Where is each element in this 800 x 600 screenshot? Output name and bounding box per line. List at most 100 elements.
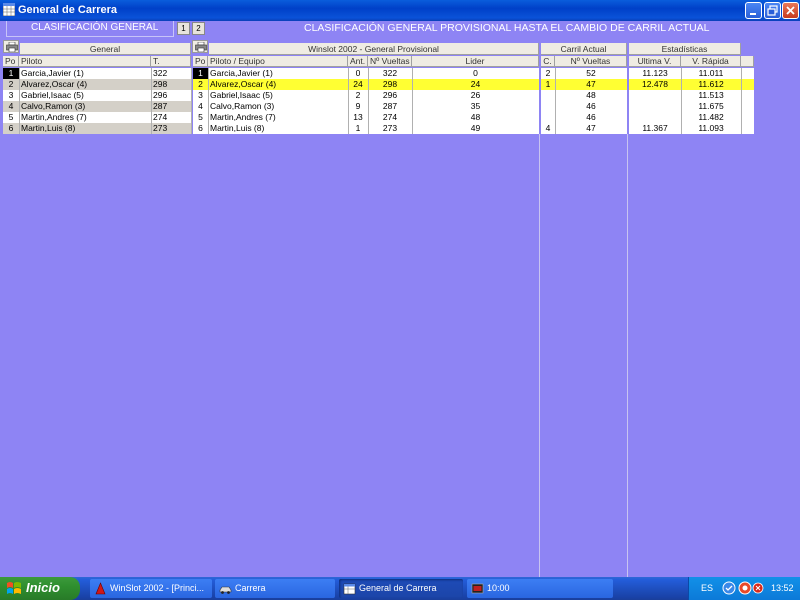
row-vueltas: 296 <box>382 90 398 100</box>
row-rapida: 11.612 <box>698 79 724 89</box>
restore-button[interactable] <box>764 2 781 19</box>
grid-line <box>741 68 742 134</box>
col-header-vueltas[interactable]: Nº Vueltas <box>368 56 412 67</box>
row-total: 296 <box>153 90 168 100</box>
task-general-de-carrera[interactable]: General de Carrera <box>339 579 463 598</box>
start-button[interactable]: Inicio <box>0 577 80 600</box>
col-header-ant[interactable]: Ant. <box>348 56 368 67</box>
clock[interactable]: 13:52 <box>771 583 794 593</box>
row-rapida: 11.513 <box>698 90 724 100</box>
row-ultima: 12.478 <box>642 79 668 89</box>
task-label: General de Carrera <box>359 583 437 593</box>
grid-line <box>412 68 413 134</box>
col-header-rapida[interactable]: V. Rápida <box>681 56 741 67</box>
row-total: 273 <box>153 123 168 133</box>
col-header-carril-vueltas[interactable]: Nº Vueltas <box>555 56 627 67</box>
row-piloto: Garcia,Javier (1) <box>21 68 84 78</box>
windows-flag-icon <box>7 582 21 594</box>
taskbar: Inicio WinSlot 2002 - [Princi... Carrera… <box>0 577 800 600</box>
row-rapida: 11.482 <box>698 112 724 122</box>
col-header-extra <box>741 56 754 67</box>
minimize-button[interactable] <box>745 2 762 19</box>
stats-group-header: Estadísticas <box>629 43 741 55</box>
row-carril-vueltas: 47 <box>586 79 596 89</box>
page-1-button[interactable]: 1 <box>177 22 190 35</box>
provisional-group-header: Winslot 2002 - General Provisional <box>209 43 539 55</box>
minimize-icon <box>750 13 756 15</box>
car-icon <box>219 586 232 594</box>
row-piloto: Alvarez,Oscar (4) <box>21 79 88 89</box>
language-indicator[interactable]: ES <box>701 583 713 593</box>
close-button[interactable] <box>782 2 799 19</box>
task-winslot[interactable]: WinSlot 2002 - [Princi... <box>90 579 212 598</box>
row-ant: 0 <box>355 68 361 78</box>
row-position: 2 <box>198 79 203 89</box>
general-header: CLASIFICACIÓN GENERAL <box>6 21 174 37</box>
winslot-app-icon <box>95 582 106 595</box>
row-position: 3 <box>198 90 203 100</box>
col-header-piloto[interactable]: Piloto <box>19 56 151 67</box>
row-ant: 24 <box>353 79 363 89</box>
grid-line <box>368 68 369 134</box>
task-label: 10:00 <box>487 583 510 593</box>
row-position: 5 <box>198 112 203 122</box>
page-2-button[interactable]: 2 <box>192 22 205 35</box>
row-position: 5 <box>8 112 14 122</box>
task-timer[interactable]: 10:00 <box>467 579 613 598</box>
row-carril <box>541 101 555 112</box>
row-lider: 35 <box>470 101 481 111</box>
row-piloto: Gabriel,Isaac (5) <box>210 90 273 100</box>
row-lider: 0 <box>473 68 478 78</box>
row-position: 2 <box>8 79 14 89</box>
row-ant: 9 <box>355 101 361 111</box>
general-group-header: General <box>20 43 191 55</box>
col-header-po[interactable]: Po <box>193 56 208 67</box>
row-ultima <box>629 112 681 123</box>
timer-icon <box>471 583 484 594</box>
col-header-lider[interactable]: Lider <box>412 56 539 67</box>
col-header-ultima[interactable]: Ultima V. <box>629 56 681 67</box>
row-carril-vueltas: 47 <box>586 123 596 133</box>
alert-icon[interactable] <box>752 581 764 595</box>
task-label: Carrera <box>235 583 266 593</box>
grid-line <box>191 68 192 134</box>
row-ultima <box>629 101 681 112</box>
row-piloto: Martin,Andres (7) <box>210 112 276 122</box>
row-ultima <box>629 90 681 101</box>
security-icon[interactable] <box>738 581 752 595</box>
grid-line <box>19 68 20 134</box>
row-ant: 13 <box>353 112 363 122</box>
col-header-po[interactable]: Po <box>3 56 19 67</box>
row-piloto: Alvarez,Oscar (4) <box>210 79 277 89</box>
general-title: CLASIFICACIÓN GENERAL <box>31 22 159 33</box>
window-title: General de Carrera <box>18 4 118 16</box>
row-piloto: Calvo,Ramon (3) <box>210 101 275 111</box>
col-header-c[interactable]: C. <box>541 56 555 67</box>
col-header-t[interactable]: T. <box>151 56 191 67</box>
col-header-piloto-equipo[interactable]: Piloto / Equipo <box>208 56 348 67</box>
grid-line <box>555 68 556 134</box>
network-icon[interactable] <box>722 581 736 595</box>
restore-icon <box>767 5 778 16</box>
title-bar[interactable]: General de Carrera <box>0 0 800 21</box>
print-general-button[interactable] <box>3 40 19 53</box>
row-rapida: 11.675 <box>698 101 724 111</box>
task-carrera[interactable]: Carrera <box>215 579 335 598</box>
row-position: 6 <box>198 123 203 133</box>
row-carril: 4 <box>545 123 551 133</box>
row-piloto: Gabriel,Isaac (5) <box>21 90 84 100</box>
row-lider: 48 <box>470 112 481 122</box>
header-strip: CLASIFICACIÓN GENERAL 1 2 CLASIFICACIÓN … <box>0 21 800 39</box>
row-total: 274 <box>153 112 168 122</box>
row-ultima: 11.123 <box>642 68 668 78</box>
row-vueltas: 287 <box>382 101 398 111</box>
row-piloto: Garcia,Javier (1) <box>210 68 273 78</box>
row-total: 322 <box>153 68 168 78</box>
column-divider <box>539 134 540 577</box>
row-total: 298 <box>153 79 168 89</box>
print-provisional-button[interactable] <box>192 40 208 53</box>
row-rapida: 11.011 <box>698 68 724 78</box>
row-carril-vueltas: 46 <box>586 112 596 122</box>
row-ant: 1 <box>355 123 361 133</box>
row-vueltas: 322 <box>382 68 398 78</box>
